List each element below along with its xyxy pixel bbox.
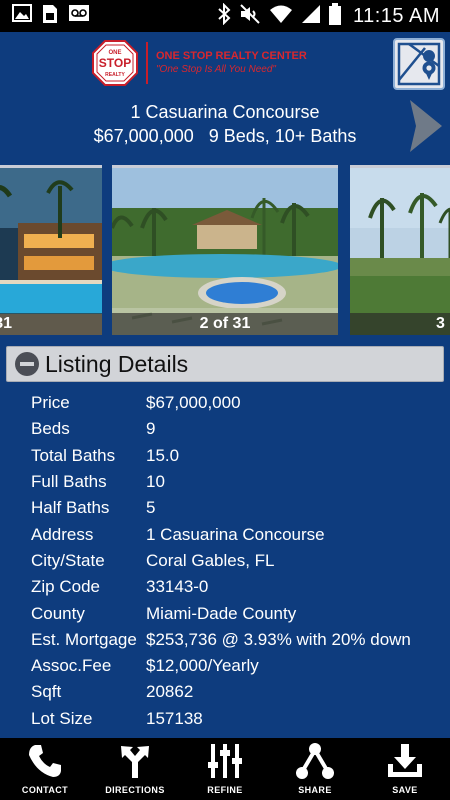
- detail-label: Address: [31, 524, 94, 544]
- detail-label: City/State: [31, 550, 105, 570]
- photo-image: [0, 168, 102, 335]
- photo-caption: 31: [0, 313, 102, 335]
- bluetooth-icon: [217, 2, 231, 30]
- nav-refine[interactable]: REFINE: [180, 738, 270, 800]
- detail-label: Full Baths: [31, 472, 107, 492]
- detail-label: Est. Mortgage: [31, 629, 137, 649]
- photo-previous[interactable]: 31: [0, 165, 102, 335]
- map-pin-icon: [397, 42, 441, 86]
- next-listing-button[interactable]: [406, 98, 446, 154]
- photo-caption: 3: [350, 313, 450, 335]
- detail-row: City/State Coral Gables, FL: [31, 548, 441, 574]
- nav-label: SAVE: [392, 785, 418, 795]
- map-button[interactable]: [393, 38, 445, 90]
- sim-icon: [42, 4, 58, 29]
- photo-next[interactable]: 3: [350, 165, 450, 335]
- detail-row: Beds 9: [31, 416, 441, 442]
- collapse-icon: [15, 352, 39, 376]
- detail-label: Lot Size: [31, 708, 93, 728]
- logo-badge-mid: STOP: [99, 56, 131, 70]
- detail-row: Half Baths 5: [31, 495, 441, 521]
- detail-row: Assoc.Fee $12,000/Yearly: [31, 653, 441, 679]
- image-icon: [12, 3, 32, 29]
- photo-carousel[interactable]: 31 2 of 31: [0, 165, 450, 335]
- listing-price-beds: $67,000,000 9 Beds, 10+ Baths: [0, 124, 450, 148]
- section-title: Listing Details: [45, 350, 189, 377]
- signal-icon: [301, 4, 321, 29]
- logo-divider: [146, 42, 148, 84]
- detail-label: Assoc.Fee: [31, 656, 112, 676]
- detail-value: 9: [146, 419, 156, 439]
- detail-value: 33143-0: [146, 577, 209, 597]
- listing-address: 1 Casuarina Concourse: [130, 102, 320, 122]
- app-header: ONE STOP REALTY ONE STOP REALTY CENTER "…: [0, 32, 450, 96]
- detail-value: 1 Casuarina Concourse: [146, 524, 325, 544]
- detail-row: Lot Size 157138: [31, 706, 441, 732]
- detail-value: $12,000/Yearly: [146, 656, 259, 676]
- listing-details-table: Price $67,000,000 Beds 9 Total Baths 15.0 F…: [31, 390, 441, 732]
- detail-row: Sqft 20862: [31, 679, 441, 705]
- nav-directions[interactable]: DIRECTIONS: [90, 738, 180, 800]
- photo-image: [112, 168, 338, 335]
- detail-label: Sqft: [31, 682, 62, 702]
- download-icon: [383, 741, 427, 781]
- nav-share[interactable]: SHARE: [270, 738, 360, 800]
- status-bar: 11:15 AM: [0, 0, 450, 32]
- brand-logo: ONE STOP REALTY ONE STOP REALTY CENTER "…: [92, 40, 307, 86]
- phone-icon: [23, 741, 67, 781]
- detail-value: 15.0: [146, 445, 180, 465]
- detail-value: Coral Gables, FL: [146, 550, 275, 570]
- voicemail-icon: [68, 4, 90, 29]
- detail-label: Zip Code: [31, 577, 100, 597]
- detail-value: $67,000,000: [146, 393, 241, 413]
- logo-name: ONE STOP REALTY CENTER: [156, 50, 307, 62]
- detail-label: Price: [31, 393, 70, 413]
- photo-caption: 2 of 31: [112, 313, 338, 335]
- detail-value: 20862: [146, 682, 194, 702]
- mute-icon: [239, 3, 261, 30]
- detail-row: County Miami-Dade County: [31, 600, 441, 626]
- photo-image: [350, 168, 450, 335]
- nav-label: CONTACT: [21, 785, 69, 795]
- logo-tagline: "One Stop Is All You Need": [156, 64, 276, 75]
- status-time: 11:15 AM: [352, 4, 440, 27]
- battery-icon: [328, 2, 341, 30]
- logo-badge-bottom: REALTY: [105, 72, 125, 78]
- share-icon: [293, 741, 337, 781]
- nav-label: SHARE: [298, 785, 332, 795]
- detail-value: Miami-Dade County: [146, 603, 297, 623]
- detail-row: Price $67,000,000: [31, 390, 441, 416]
- detail-row: Address 1 Casuarina Concourse: [31, 521, 441, 547]
- nav-label: REFINE: [207, 785, 243, 795]
- nav-contact[interactable]: CONTACT: [0, 738, 90, 800]
- wifi-icon: [269, 4, 293, 29]
- nav-label: DIRECTIONS: [105, 785, 165, 795]
- directions-icon: [113, 741, 157, 781]
- detail-label: County: [31, 603, 85, 623]
- logo-badge: ONE STOP REALTY: [92, 40, 138, 86]
- detail-label: Half Baths: [31, 498, 110, 518]
- detail-value: $253,736 @ 3.93% with 20% down: [146, 629, 411, 649]
- detail-value: 157138: [146, 708, 203, 728]
- detail-value: 10: [146, 472, 165, 492]
- bottom-nav: CONTACT DIRECTIONS REFINE SHARE SAVE: [0, 738, 450, 800]
- nav-save[interactable]: SAVE: [360, 738, 450, 800]
- listing-details-toggle[interactable]: Listing Details: [6, 346, 444, 382]
- listing-beds-baths: 9 Beds, 10+ Baths: [208, 126, 357, 146]
- listing-summary: 1 Casuarina Concourse $67,000,000 9 Beds…: [0, 100, 450, 148]
- detail-value: 5: [146, 498, 156, 518]
- photo-current[interactable]: 2 of 31: [112, 165, 338, 335]
- detail-row: Full Baths 10: [31, 469, 441, 495]
- detail-label: Total Baths: [31, 445, 116, 465]
- detail-label: Beds: [31, 419, 70, 439]
- listing-price: $67,000,000: [93, 126, 194, 146]
- detail-row: Total Baths 15.0: [31, 443, 441, 469]
- detail-row: Zip Code 33143-0: [31, 574, 441, 600]
- detail-row: Est. Mortgage $253,736 @ 3.93% with 20% d…: [31, 627, 441, 653]
- chevron-right-icon: [410, 100, 442, 152]
- sliders-icon: [203, 741, 247, 781]
